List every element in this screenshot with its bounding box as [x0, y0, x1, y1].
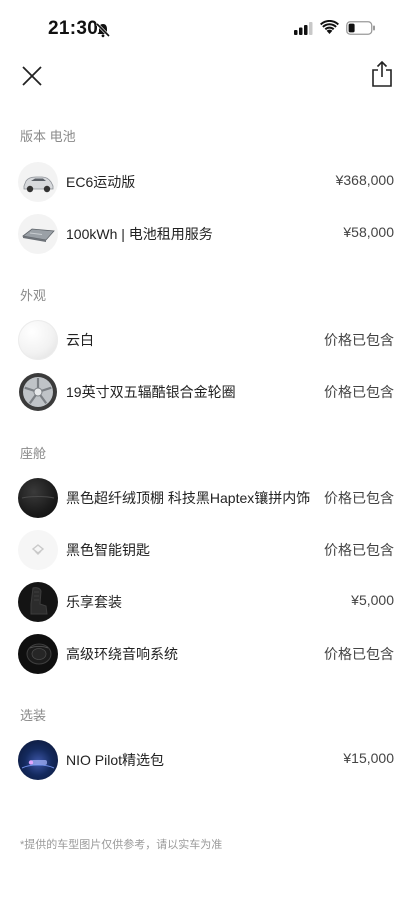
section-title-version-battery: 版本 电池	[20, 129, 76, 144]
seat-icon	[30, 587, 48, 615]
item-price: 价格已包含	[324, 646, 394, 662]
item-label: NIO Pilot精选包	[66, 752, 165, 768]
section-title-cabin: 座舱	[20, 446, 47, 461]
footnote: *提供的车型图片仅供参考，请以实车为准	[20, 839, 223, 851]
list-item[interactable]: 黑色超纤绒顶棚 科技黑Haptex镶拼内饰 价格已包含	[0, 472, 414, 524]
item-label: 黑色超纤绒顶棚 科技黑Haptex镶拼内饰	[66, 490, 311, 506]
close-icon[interactable]	[20, 64, 44, 88]
silent-bell-icon	[95, 22, 111, 38]
item-label: 乐享套装	[66, 594, 122, 610]
battery-icon	[346, 21, 375, 35]
battery-pack-thumbnail	[18, 214, 58, 254]
speaker-icon	[26, 643, 52, 665]
list-item[interactable]: 100kWh | 电池租用服务 ¥58,000	[0, 208, 414, 260]
pilot-icon	[21, 760, 55, 769]
section-title-exterior: 外观	[20, 288, 47, 303]
black-fabric-swatch	[18, 478, 58, 518]
list-item[interactable]: 19英寸双五辐酷银合金轮圈 价格已包含	[0, 366, 414, 418]
item-price: 价格已包含	[324, 384, 394, 400]
item-label: 黑色智能钥匙	[66, 542, 150, 558]
key-thumbnail	[18, 530, 58, 570]
item-label: 高级环绕音响系统	[66, 646, 178, 662]
item-price: ¥368,000	[335, 172, 394, 188]
car-icon	[23, 176, 54, 193]
car-thumbnail	[18, 162, 58, 202]
list-item[interactable]: 黑色智能钥匙 价格已包含	[0, 524, 414, 576]
white-swatch	[18, 320, 58, 360]
item-label: 100kWh | 电池租用服务	[66, 226, 213, 242]
status-time: 21:30	[48, 18, 99, 39]
pilot-thumbnail	[18, 740, 58, 780]
speaker-thumbnail	[18, 634, 58, 674]
cellular-signal-icon	[294, 22, 313, 35]
list-item[interactable]: EC6运动版 ¥368,000	[0, 156, 414, 208]
wheel-icon	[19, 373, 57, 411]
section-title-options: 选装	[20, 708, 47, 723]
list-item[interactable]: 高级环绕音响系统 价格已包含	[0, 628, 414, 680]
item-price: ¥5,000	[351, 592, 394, 608]
item-price: 价格已包含	[324, 332, 394, 348]
item-label: EC6运动版	[66, 174, 136, 190]
status-bar: 21:30	[0, 0, 414, 56]
item-price: 价格已包含	[324, 542, 394, 558]
item-price: ¥15,000	[343, 750, 394, 766]
list-item[interactable]: 乐享套装 ¥5,000	[0, 576, 414, 628]
top-bar	[0, 56, 414, 96]
share-icon[interactable]	[370, 60, 394, 88]
list-item[interactable]: 云白 价格已包含	[0, 314, 414, 366]
item-price: 价格已包含	[324, 490, 394, 506]
item-label: 云白	[66, 332, 94, 348]
key-icon	[31, 544, 45, 555]
wifi-icon	[320, 20, 339, 34]
seat-thumbnail	[18, 582, 58, 622]
item-price: ¥58,000	[343, 224, 394, 240]
list-item[interactable]: NIO Pilot精选包 ¥15,000	[0, 734, 414, 786]
battery-pack-icon	[22, 228, 55, 242]
item-label: 19英寸双五辐酷银合金轮圈	[66, 384, 236, 400]
wheel-thumbnail	[18, 372, 58, 412]
